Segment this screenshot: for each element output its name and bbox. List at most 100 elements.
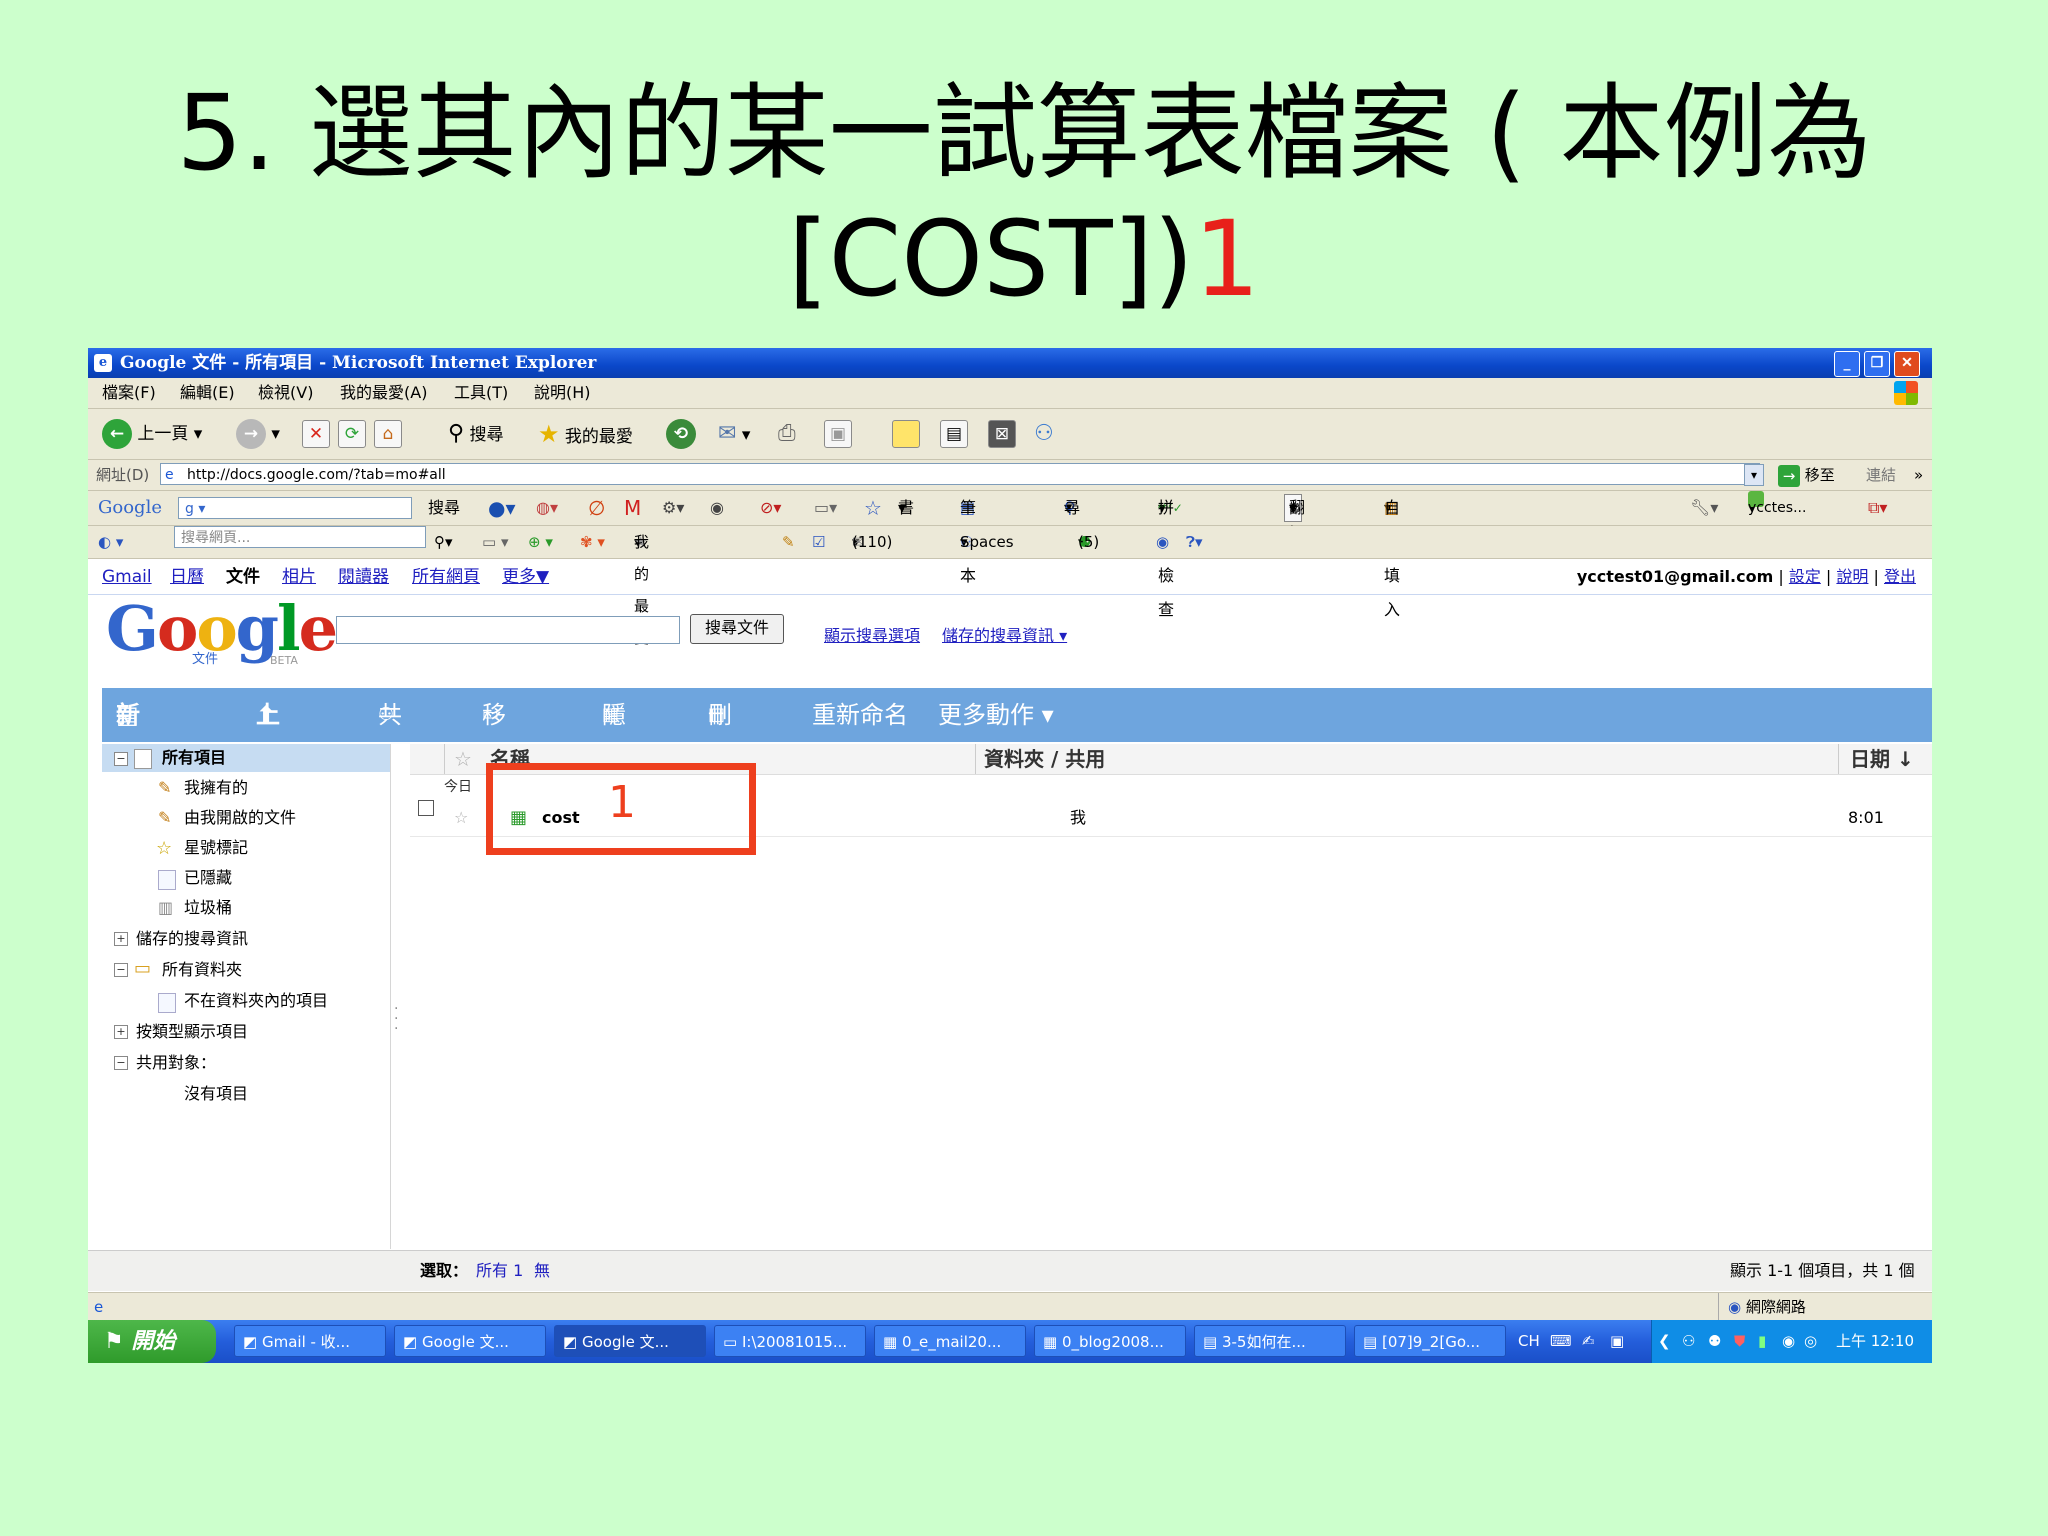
menu-help[interactable]: 說明(H) xyxy=(534,378,591,408)
block-icon[interactable]: ⊘▾ xyxy=(760,491,781,525)
menu-edit[interactable]: 編輯(E) xyxy=(180,378,235,408)
menu-view[interactable]: 檢視(V) xyxy=(258,378,313,408)
column-date[interactable]: 日期 ↓ xyxy=(1850,744,1914,774)
sidebar-item-owned[interactable]: 我擁有的 xyxy=(184,774,248,802)
note-button[interactable] xyxy=(892,419,920,449)
home-button[interactable]: ⌂ xyxy=(374,419,402,449)
favorites-button[interactable]: ★ 我的最愛 xyxy=(538,419,633,449)
column-folder[interactable]: 資料夾 / 共用 xyxy=(984,744,1105,774)
menu-tools[interactable]: 工具(T) xyxy=(454,378,508,408)
taskbar-item[interactable]: ▦ 0_blog2008... xyxy=(1034,1325,1186,1357)
search-engine-icon[interactable]: ◐ ▾ xyxy=(98,526,123,558)
bookmarks-button[interactable]: 書籤▾ xyxy=(898,491,914,551)
expand-icon[interactable]: + xyxy=(114,932,128,946)
nav-reader[interactable]: 閱讀器 xyxy=(338,560,389,594)
web-search-button[interactable]: ⚲▾ xyxy=(434,526,453,558)
signout-link[interactable]: 登出 xyxy=(1884,567,1916,586)
network-icon[interactable]: ⚇ xyxy=(1682,1320,1695,1363)
row-star-icon[interactable]: ☆ xyxy=(454,800,468,836)
menu-favorites[interactable]: 我的最愛(A) xyxy=(340,378,427,408)
mail-count-button[interactable]: ✉ (110) ▾ xyxy=(852,526,892,558)
favorites-menu[interactable]: ★ 我的最愛 ▾ xyxy=(634,526,649,647)
taskbar-item[interactable]: ▦ 0_e_mail20... xyxy=(874,1325,1026,1357)
close-button[interactable]: ✕ xyxy=(1894,351,1920,377)
docs-search-input[interactable] xyxy=(336,616,680,644)
taskbar-item[interactable]: ▤ [07]9_2[Go... xyxy=(1354,1325,1506,1357)
sidebar-item-all-folders[interactable]: 所有資料夾 xyxy=(162,956,242,984)
popup-blocker-icon[interactable]: ◉ xyxy=(710,491,724,525)
tab-icon[interactable]: ▭ ▾ xyxy=(482,526,508,558)
pen-icon[interactable]: ✍ xyxy=(1582,1320,1595,1363)
history-button[interactable]: ⟲ xyxy=(666,419,696,449)
select-all-link[interactable]: 所有 1 xyxy=(476,1251,523,1291)
pencil-icon[interactable]: ✎ xyxy=(782,526,795,558)
edit-page-button[interactable]: ▣ xyxy=(824,419,852,449)
shield-icon[interactable]: ⛊ xyxy=(1734,1320,1745,1363)
collapse-icon[interactable]: − xyxy=(114,752,128,766)
bookmark-star-icon[interactable]: ☆ xyxy=(864,491,882,525)
stop-button[interactable]: ✕ xyxy=(302,419,330,449)
app-tray-icon[interactable]: ◉ xyxy=(1782,1320,1795,1363)
messenger-button[interactable]: ⚇ xyxy=(1034,419,1054,449)
collapse-icon[interactable]: − xyxy=(114,1056,128,1070)
nav-photos[interactable]: 相片 xyxy=(282,560,316,594)
more-actions-button[interactable]: 更多動作 ▾ xyxy=(938,688,1054,742)
ime-icon[interactable]: ▣ xyxy=(1610,1320,1624,1363)
tray-expand-icon[interactable]: ❮ xyxy=(1658,1320,1671,1363)
chevron-right-icon[interactable]: » xyxy=(1914,460,1923,490)
docs-search-button[interactable]: 搜尋文件 xyxy=(690,614,785,644)
sidebar-item-saved-search[interactable]: 儲存的搜尋資訊 xyxy=(136,925,248,953)
back-button[interactable]: ← 上一頁 ▾ xyxy=(102,419,202,449)
butterfly-icon[interactable]: ✾ ▾ xyxy=(580,526,605,558)
google-docs-logo[interactable]: Google xyxy=(106,594,338,664)
box-icon[interactable]: ▭▾ xyxy=(814,491,837,525)
select-none-link[interactable]: 無 xyxy=(534,1251,550,1291)
user-menu[interactable]: ycctes... ▾ xyxy=(1748,491,1806,525)
translate-page-icon[interactable]: ⧉▾ xyxy=(1868,491,1887,525)
research-button[interactable]: ▤ xyxy=(940,419,968,449)
window-titlebar[interactable]: e Google 文件 - 所有項目 - Microsoft Internet … xyxy=(88,348,1932,378)
globe-icon[interactable]: ●▾ xyxy=(488,491,516,525)
user-tray-icon[interactable]: ⚉ xyxy=(1708,1320,1721,1363)
battery-icon[interactable]: ▮ xyxy=(1758,1320,1766,1363)
web-search-input[interactable]: 搜尋網頁... xyxy=(174,526,426,548)
taskbar-item[interactable]: ▤ 3-5如何在... xyxy=(1194,1325,1346,1357)
keyboard-icon[interactable]: ⌨ xyxy=(1550,1320,1572,1363)
gmail-icon[interactable]: M xyxy=(624,491,641,525)
go-button[interactable]: → 移至 xyxy=(1778,460,1835,490)
forward-button[interactable]: → ▾ xyxy=(236,419,280,449)
find-button[interactable]: ⚲ 尋找 ▾ xyxy=(1064,491,1080,551)
links-label[interactable]: 連結 xyxy=(1866,460,1896,490)
settings-icon[interactable]: ⚙▾ xyxy=(662,491,684,525)
saved-searches-link[interactable]: 儲存的搜尋資訊 ▾ xyxy=(942,622,1067,646)
show-search-options-link[interactable]: 顯示搜尋選項 xyxy=(824,622,920,646)
row-checkbox[interactable] xyxy=(418,800,434,816)
autofill-button[interactable]: ▥ 自動填入 ▾ xyxy=(1384,491,1400,619)
sidebar-item-all-items[interactable]: 所有項目 xyxy=(162,744,226,772)
minimize-button[interactable]: _ xyxy=(1834,351,1860,377)
sidebar-item-shared-with[interactable]: 共用對象： xyxy=(136,1049,216,1077)
search-toolbar-button[interactable]: ⚲ 搜尋 xyxy=(448,419,504,449)
taskbar-item[interactable]: ◩ Gmail - 收... xyxy=(234,1325,386,1357)
settings-link[interactable]: 設定 xyxy=(1789,567,1821,586)
add-icon[interactable]: ⊕ ▾ xyxy=(528,526,553,558)
blogger-icon[interactable]: ∅ xyxy=(588,491,605,525)
contacts-button[interactable]: ⚉ (5) ▾ xyxy=(1078,526,1099,558)
restore-button[interactable]: ❐ xyxy=(1864,351,1890,377)
wrench-icon[interactable]: 🔧︎▾ xyxy=(1690,491,1718,525)
nav-gmail[interactable]: Gmail xyxy=(102,560,152,594)
help-link[interactable]: 說明 xyxy=(1836,567,1868,586)
nav-calendar[interactable]: 日曆 xyxy=(170,560,204,594)
address-dropdown-button[interactable]: ▾ xyxy=(1744,464,1764,486)
taskbar-item-active[interactable]: ◩ Google 文... xyxy=(554,1325,706,1357)
address-input[interactable]: e http://docs.google.com/?tab=mo#all xyxy=(160,463,1760,485)
collapse-icon[interactable]: − xyxy=(114,963,128,977)
mail-button[interactable]: ✉ ▾ xyxy=(718,419,750,449)
sidebar-item-hidden[interactable]: 已隱藏 xyxy=(184,864,232,892)
translate-button[interactable]: あa 翻譯 ▾ xyxy=(1284,494,1305,543)
menu-file[interactable]: 檔案(F) xyxy=(102,378,156,408)
sidebar-item-not-in-folder[interactable]: 不在資料夾內的項目 xyxy=(184,987,328,1015)
nav-more[interactable]: 更多▼ xyxy=(502,560,549,594)
splitter-grip[interactable]: · · · xyxy=(394,1002,398,1036)
google-toolbar-search-input[interactable]: g ▾ xyxy=(178,497,412,519)
